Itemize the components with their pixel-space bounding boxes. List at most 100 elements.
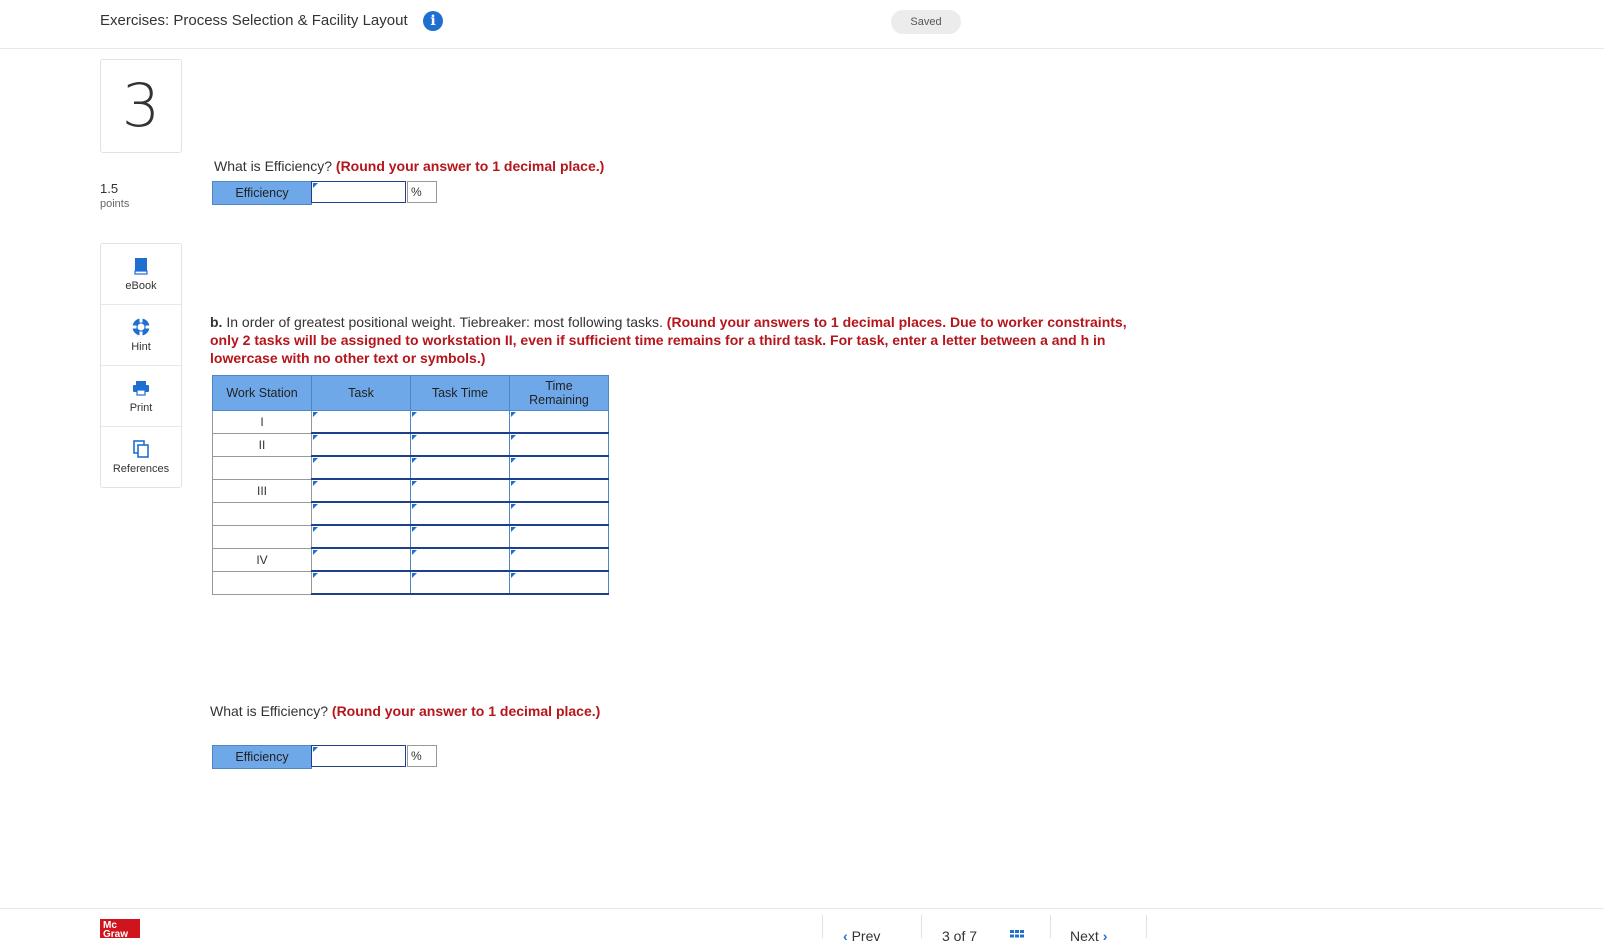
part-b-lead: b.	[210, 314, 223, 330]
efficiency-label: Efficiency	[212, 745, 312, 769]
input-marker-icon	[412, 458, 417, 463]
part-b-prompt: b. In order of greatest positional weigh…	[210, 313, 1130, 367]
info-icon[interactable]: i	[423, 11, 443, 31]
next-button[interactable]: Next ›	[1070, 928, 1107, 944]
task-input[interactable]	[311, 478, 411, 503]
ebook-label: eBook	[125, 280, 157, 292]
task-time-input[interactable]	[410, 570, 510, 595]
grid-view-icon[interactable]	[1010, 930, 1028, 938]
efficiency-question-text: What is Efficiency?	[214, 158, 333, 174]
task-input[interactable]	[311, 570, 411, 595]
task-input[interactable]	[311, 524, 411, 549]
logo-line-2: Graw	[103, 929, 129, 940]
percent-unit: %	[407, 181, 437, 203]
time-remaining-input[interactable]	[509, 501, 609, 526]
task-input[interactable]	[311, 432, 411, 457]
time-remaining-input[interactable]	[509, 478, 609, 503]
task-input[interactable]	[311, 410, 411, 434]
task-time-input[interactable]	[410, 410, 510, 434]
task-time-input[interactable]	[410, 455, 510, 480]
input-marker-icon	[511, 458, 516, 463]
task-input[interactable]	[311, 455, 411, 480]
part-b-text: In order of greatest positional weight. …	[226, 314, 663, 330]
station-cell	[212, 455, 312, 480]
input-marker-icon	[511, 504, 516, 509]
column-header-work-station: Work Station	[212, 375, 312, 411]
time-remaining-input[interactable]	[509, 570, 609, 595]
references-button[interactable]: References	[101, 427, 181, 487]
station-cell	[212, 524, 312, 549]
input-marker-icon	[313, 183, 318, 188]
input-marker-icon	[511, 527, 516, 532]
station-cell: III	[212, 478, 312, 503]
station-cell	[212, 570, 312, 595]
chevron-left-icon: ‹	[843, 928, 848, 944]
time-remaining-input[interactable]	[509, 410, 609, 434]
saved-status-badge: Saved	[891, 10, 961, 34]
points-label: points	[100, 198, 130, 210]
lifebuoy-icon	[132, 318, 150, 336]
input-marker-icon	[313, 747, 318, 752]
efficiency-input-b[interactable]	[311, 745, 406, 767]
time-remaining-input[interactable]	[509, 524, 609, 549]
task-time-input[interactable]	[410, 547, 510, 572]
input-marker-icon	[412, 550, 417, 555]
efficiency-input-a[interactable]	[311, 181, 406, 203]
task-time-input[interactable]	[410, 432, 510, 457]
book-icon	[134, 258, 148, 275]
input-marker-icon	[412, 527, 417, 532]
ebook-button[interactable]: eBook	[101, 244, 181, 305]
table-row	[212, 524, 609, 549]
nav-divider	[822, 915, 823, 938]
input-marker-icon	[511, 573, 516, 578]
print-label: Print	[129, 402, 153, 414]
nav-divider	[921, 915, 922, 938]
percent-unit: %	[407, 745, 437, 767]
table-row: I	[212, 410, 609, 434]
prev-label: Prev	[851, 928, 881, 944]
page-indicator: 3 of 7	[942, 928, 978, 944]
points-value: 1.5	[100, 181, 119, 196]
time-remaining-input[interactable]	[509, 547, 609, 572]
efficiency-question-text: What is Efficiency?	[210, 703, 329, 719]
time-remaining-input[interactable]	[509, 455, 609, 480]
copy-pages-icon	[133, 440, 149, 458]
efficiency-question-a: What is Efficiency? (Round your answer t…	[214, 158, 604, 174]
task-input[interactable]	[311, 501, 411, 526]
time-remaining-input[interactable]	[509, 432, 609, 457]
efficiency-instruction: (Round your answer to 1 decimal place.)	[335, 158, 605, 174]
column-header-task: Task	[311, 375, 411, 411]
print-button[interactable]: Print	[101, 366, 181, 427]
question-tools: eBook Hint Print References	[100, 243, 182, 488]
station-cell: IV	[212, 547, 312, 572]
table-row: III	[212, 478, 609, 503]
input-marker-icon	[313, 527, 318, 532]
input-marker-icon	[412, 435, 417, 440]
table-row	[212, 570, 609, 595]
input-marker-icon	[412, 504, 417, 509]
table-row: II	[212, 432, 609, 457]
efficiency-label: Efficiency	[212, 181, 312, 205]
column-header-task-time: Task Time	[410, 375, 510, 411]
printer-icon	[133, 381, 149, 396]
efficiency-instruction: (Round your answer to 1 decimal place.)	[331, 703, 601, 719]
hint-button[interactable]: Hint	[101, 305, 181, 366]
table-header-row: Work Station Task Task Time Time Remaini…	[212, 375, 609, 411]
top-bar: Exercises: Process Selection & Facility …	[0, 0, 1604, 49]
nav-divider	[1146, 915, 1147, 938]
efficiency-row-a: Efficiency %	[212, 181, 442, 205]
input-marker-icon	[412, 481, 417, 486]
input-marker-icon	[313, 435, 318, 440]
task-time-input[interactable]	[410, 524, 510, 549]
input-marker-icon	[412, 412, 417, 417]
input-marker-icon	[511, 412, 516, 417]
task-time-input[interactable]	[410, 501, 510, 526]
prev-button[interactable]: ‹ Prev	[843, 928, 880, 944]
station-cell: I	[212, 410, 312, 434]
next-label: Next	[1070, 928, 1099, 944]
nav-divider	[1050, 915, 1051, 938]
task-time-input[interactable]	[410, 478, 510, 503]
task-input[interactable]	[311, 547, 411, 572]
station-cell: II	[212, 432, 312, 457]
input-marker-icon	[313, 412, 318, 417]
